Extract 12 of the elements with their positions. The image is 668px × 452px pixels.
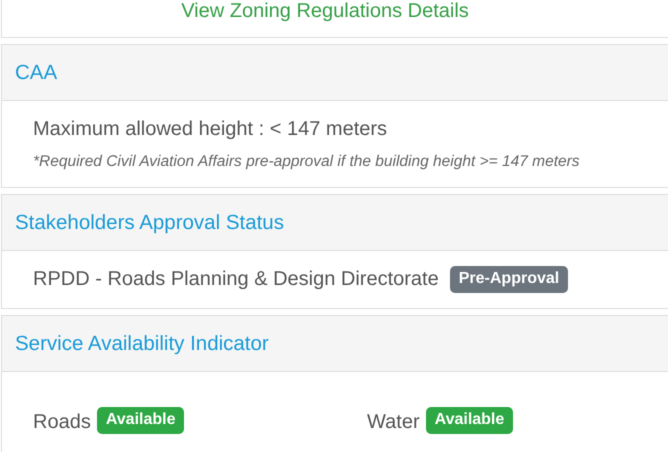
- panel-title: Stakeholders Approval Status: [15, 210, 284, 234]
- status-badge: Available: [96, 407, 184, 434]
- panel-title: Service Availability Indicator: [15, 332, 269, 356]
- status-badge: Pre-Approval: [450, 266, 568, 293]
- stakeholder-name: RPDD - Roads Planning & Design Directorate: [33, 268, 439, 291]
- service-name: Roads: [33, 411, 91, 434]
- note-text: *Required Civil Aviation Affairs pre-approval if the building height >= 147 meters: [33, 153, 581, 171]
- service-name: Water: [367, 411, 420, 434]
- zoning-details-link[interactable]: View Zoning Regulations Details: [181, 0, 469, 22]
- max-height-text: Maximum allowed height : < 147 meters: [33, 118, 388, 141]
- panel-title: CAA: [15, 60, 58, 84]
- status-badge: Available: [426, 407, 514, 434]
